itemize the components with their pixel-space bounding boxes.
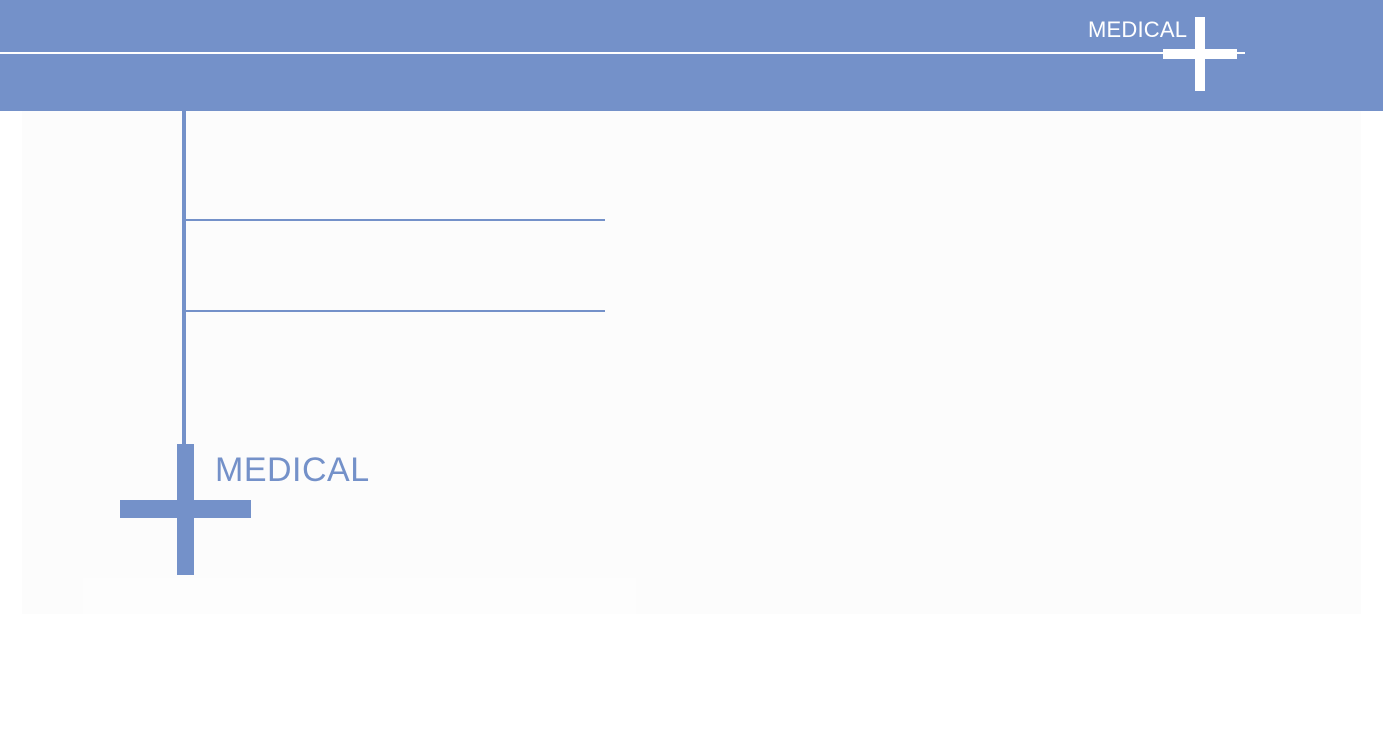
header-title: MEDICAL — [1088, 17, 1188, 42]
horizontal-divider-1 — [186, 219, 605, 221]
content-panel-tab — [83, 578, 636, 614]
header-divider — [0, 52, 1245, 54]
content-panel — [22, 111, 1361, 614]
logo-cross-horizontal-bar — [120, 500, 251, 518]
logo-title: MEDICAL — [215, 451, 370, 489]
horizontal-divider-2 — [186, 310, 605, 312]
header-cross-horizontal-bar — [1163, 49, 1237, 59]
vertical-divider — [182, 111, 186, 456]
